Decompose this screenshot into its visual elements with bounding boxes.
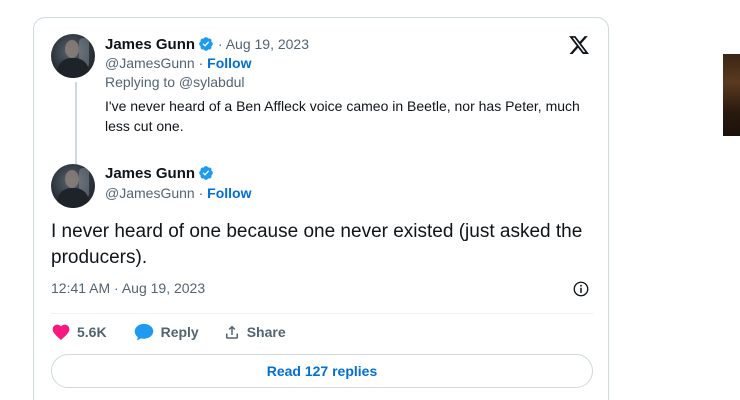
reply-button[interactable]: Reply xyxy=(133,322,199,342)
parent-tweet-header: James Gunn · Aug 19, 2023 @JamesGunn · F… xyxy=(105,36,309,71)
like-button[interactable]: 5.6K xyxy=(51,322,107,342)
parent-tweet-text: I've never heard of a Ben Affleck voice … xyxy=(105,98,580,134)
heart-icon xyxy=(52,324,70,340)
author-handle[interactable]: @JamesGunn xyxy=(105,55,195,71)
like-count: 5.6K xyxy=(77,324,107,340)
action-bar: 5.6K Reply Share xyxy=(51,321,286,343)
thread-connector-line xyxy=(75,82,77,164)
verified-badge-icon xyxy=(199,37,213,51)
main-tweet-header: James Gunn @JamesGunn · Follow xyxy=(105,165,252,201)
speech-bubble-icon xyxy=(134,323,153,341)
share-button[interactable]: Share xyxy=(223,323,286,341)
share-upload-icon xyxy=(225,325,238,339)
author-handle[interactable]: @JamesGunn xyxy=(105,185,195,201)
author-name[interactable]: James Gunn xyxy=(105,165,195,182)
avatar[interactable] xyxy=(51,34,95,78)
verified-badge-icon xyxy=(199,166,213,180)
avatar[interactable] xyxy=(51,164,95,208)
main-tweet-text: I never heard of one because one never e… xyxy=(51,221,583,268)
divider xyxy=(51,313,593,314)
share-label: Share xyxy=(246,324,286,340)
read-replies-button[interactable]: Read 127 replies xyxy=(51,354,593,388)
tweet-timestamp[interactable]: 12:41 AM · Aug 19, 2023 xyxy=(51,280,205,296)
follow-link[interactable]: Follow xyxy=(207,185,251,201)
tweet-date[interactable]: Aug 19, 2023 xyxy=(226,36,309,52)
info-icon[interactable] xyxy=(572,280,590,298)
side-image-thumbnail[interactable] xyxy=(723,54,740,136)
reply-label: Reply xyxy=(160,324,199,340)
author-name[interactable]: James Gunn xyxy=(105,36,195,53)
follow-link[interactable]: Follow xyxy=(207,55,251,71)
replying-to[interactable]: Replying to @sylabdul xyxy=(105,74,245,90)
embedded-tweet-card: James Gunn · Aug 19, 2023 @JamesGunn · F… xyxy=(33,17,609,400)
